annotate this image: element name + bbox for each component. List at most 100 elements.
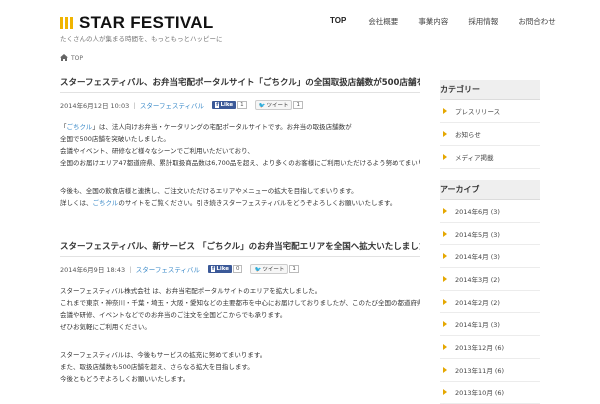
post-line: 「ごちクル」は、法人向けお弁当・ケータリングの宅配ポータルサイトです。お弁当の取… xyxy=(60,121,420,133)
post-date: 2014年6月9日 18:43 xyxy=(60,264,125,274)
gochikuru-link[interactable]: ごちクル xyxy=(93,199,119,207)
main-nav: TOP 会社概要 事業内容 採用情報 お問合わせ xyxy=(330,16,576,27)
post-line: スターフェスティバルは、今後もサービスの拡充に努めてまいります。 xyxy=(60,349,420,361)
twitter-bird-icon: 🐦 xyxy=(254,267,261,273)
tweet-button[interactable]: 🐦ツイート xyxy=(255,100,293,110)
nav-item-top[interactable]: TOP xyxy=(330,16,346,27)
facebook-like-label: Like xyxy=(220,102,233,108)
arrow-right-icon xyxy=(443,344,447,350)
archive-label: 2014年1月 (3) xyxy=(455,319,500,329)
arrow-right-icon xyxy=(443,321,447,327)
sidebar-item-press[interactable]: プレスリリース xyxy=(440,100,540,123)
sidebar-categories: カテゴリー プレスリリース お知らせ メディア掲載 xyxy=(440,80,540,169)
post-author[interactable]: スターフェスティバル xyxy=(136,264,200,274)
archive-item[interactable]: 2014年5月 (3) xyxy=(440,223,540,246)
site-logo[interactable]: STAR FESTIVAL xyxy=(60,14,214,31)
facebook-like-button[interactable]: fLike xyxy=(212,101,236,109)
archive-label: 2014年5月 (3) xyxy=(455,229,500,239)
arrow-right-icon xyxy=(443,276,447,282)
facebook-like-button[interactable]: fLike xyxy=(208,265,232,273)
arrow-right-icon xyxy=(443,131,447,137)
arrow-right-icon xyxy=(443,367,447,373)
facebook-like-count: 0 xyxy=(233,265,243,273)
archive-label: 2013年11月 (6) xyxy=(455,365,504,375)
post-line: 今後も、全国の飲食店様と連携し、ご注文いただけるエリアやメニューの拡大を目指して… xyxy=(60,185,420,197)
tweet-label: ツイート xyxy=(266,103,288,109)
tweet-label: ツイート xyxy=(262,267,284,273)
post-title[interactable]: スターフェスティバル、お弁当宅配ポータルサイト「ごちクル」の全国取扱店舗数が50… xyxy=(60,76,420,93)
archive-label: 2013年10月 (6) xyxy=(455,387,504,397)
archive-item[interactable]: 2014年4月 (3) xyxy=(440,245,540,268)
logo-text: STAR FESTIVAL xyxy=(79,14,214,31)
gochikuru-link[interactable]: ごちクル xyxy=(67,123,93,131)
archive-label: 2013年12月 (6) xyxy=(455,342,504,352)
nav-item-company[interactable]: 会社概要 xyxy=(368,16,398,27)
tweet-count: 1 xyxy=(289,265,299,273)
line-prefix: 詳しくは、 xyxy=(60,199,93,207)
categories-heading: カテゴリー xyxy=(440,80,540,100)
arrow-right-icon xyxy=(443,299,447,305)
post-author[interactable]: スターフェスティバル xyxy=(140,100,204,110)
arrow-right-icon xyxy=(443,208,447,214)
archive-label: 2014年4月 (3) xyxy=(455,251,500,261)
post-author-sep: ｜ xyxy=(129,100,138,110)
tweet-count: 1 xyxy=(293,101,303,109)
sidebar-item-media[interactable]: メディア掲載 xyxy=(440,146,540,169)
post-title[interactable]: スターフェスティバル、新サービス 「ごちクル」のお弁当宅配エリアを全国へ拡大いた… xyxy=(60,240,420,257)
nav-item-business[interactable]: 事業内容 xyxy=(418,16,448,27)
facebook-like-label: Like xyxy=(216,266,229,272)
sidebar-archives: アーカイブ 2014年6月 (3) 2014年5月 (3) 2014年4月 (3… xyxy=(440,180,540,404)
post-date: 2014年6月12日 10:03 xyxy=(60,100,129,110)
breadcrumb-top-link[interactable]: TOP xyxy=(71,55,83,62)
archive-label: 2014年3月 (2) xyxy=(455,274,500,284)
arrow-right-icon xyxy=(443,231,447,237)
post-meta: 2014年6月12日 10:03 ｜ スターフェスティバル fLike 1 🐦ツ… xyxy=(60,99,420,111)
sidebar-item-label: お知らせ xyxy=(455,129,481,139)
archive-item[interactable]: 2013年12月 (6) xyxy=(440,336,540,359)
post-body: 「ごちクル」は、法人向けお弁当・ケータリングの宅配ポータルサイトです。お弁当の取… xyxy=(60,121,420,209)
line-text: 」は、法人向けお弁当・ケータリングの宅配ポータルサイトです。お弁当の取扱店舗数が xyxy=(92,123,351,131)
sidebar-item-news[interactable]: お知らせ xyxy=(440,123,540,146)
twitter-bird-icon: 🐦 xyxy=(259,103,266,109)
nav-item-recruit[interactable]: 採用情報 xyxy=(468,16,498,27)
post-body: スターフェスティバル株式会社 は、お弁当宅配ポータルサイトのエリアを拡大しました… xyxy=(60,285,420,385)
archive-item[interactable]: 2013年11月 (6) xyxy=(440,359,540,382)
breadcrumb: TOP xyxy=(60,54,83,63)
post-line: 今後ともどうぞよろしくお願いいたします。 xyxy=(60,373,420,385)
post-line: また、取扱店舗数も500店舗を超え、さらなる拡大を目指します。 xyxy=(60,361,420,373)
post-meta: 2014年6月9日 18:43 ｜ スターフェスティバル fLike 0 🐦ツイ… xyxy=(60,263,420,275)
archives-heading: アーカイブ xyxy=(440,180,540,200)
home-icon[interactable] xyxy=(60,54,68,63)
archive-label: 2014年6月 (3) xyxy=(455,206,500,216)
archive-item[interactable]: 2014年2月 (2) xyxy=(440,291,540,314)
sidebar-item-label: プレスリリース xyxy=(455,106,500,116)
arrow-right-icon xyxy=(443,154,447,160)
archive-item[interactable]: 2014年3月 (2) xyxy=(440,268,540,291)
archive-item[interactable]: 2013年10月 (6) xyxy=(440,382,540,404)
archive-label: 2014年2月 (2) xyxy=(455,297,500,307)
nav-item-contact[interactable]: お問合わせ xyxy=(518,16,556,27)
post-line: これまで東京・神奈川・千葉・埼玉・大阪・愛知などの主要都市を中心にお届けしており… xyxy=(60,297,420,309)
post-1: スターフェスティバル、お弁当宅配ポータルサイト「ごちクル」の全国取扱店舗数が50… xyxy=(60,76,420,209)
arrow-right-icon xyxy=(443,108,447,114)
post-author-sep: ｜ xyxy=(125,264,134,274)
archive-item[interactable]: 2014年1月 (3) xyxy=(440,313,540,336)
logo-bars-icon xyxy=(60,17,73,29)
tweet-button[interactable]: 🐦ツイート xyxy=(250,264,288,274)
facebook-icon: f xyxy=(215,102,219,108)
post-line: 詳しくは、ごちクルのサイトをご覧ください。引き続きスターフェスティバルをどうぞよ… xyxy=(60,197,420,209)
line-text: のサイトをご覧ください。引き続きスターフェスティバルをどうぞよろしくお願いいたし… xyxy=(118,199,396,207)
post-line: ぜひお気軽にご利用ください。 xyxy=(60,321,420,333)
post-line: スターフェスティバル株式会社 は、お弁当宅配ポータルサイトのエリアを拡大しました… xyxy=(60,285,420,297)
facebook-like-count: 1 xyxy=(237,101,247,109)
post-line: 全国のお届けエリア47都道府県、累計取扱商品数は6,700品を超え、より多くのお… xyxy=(60,157,420,169)
facebook-icon: f xyxy=(211,266,215,272)
site-tagline: たくさんの人が集まる時間を、もっともっとハッピーに xyxy=(60,33,223,43)
archive-item[interactable]: 2014年6月 (3) xyxy=(440,200,540,223)
sidebar-item-label: メディア掲載 xyxy=(455,152,494,162)
arrow-right-icon xyxy=(443,389,447,395)
post-line: 会議や研修、イベントなどでのお弁当のご注文を全国どこからでも承ります。 xyxy=(60,309,420,321)
post-2: スターフェスティバル、新サービス 「ごちクル」のお弁当宅配エリアを全国へ拡大いた… xyxy=(60,240,420,385)
post-line: 会議やイベント、研修など様々なシーンでご利用いただいており、 xyxy=(60,145,420,157)
post-line: 全国で500店舗を突破いたしました。 xyxy=(60,133,420,145)
